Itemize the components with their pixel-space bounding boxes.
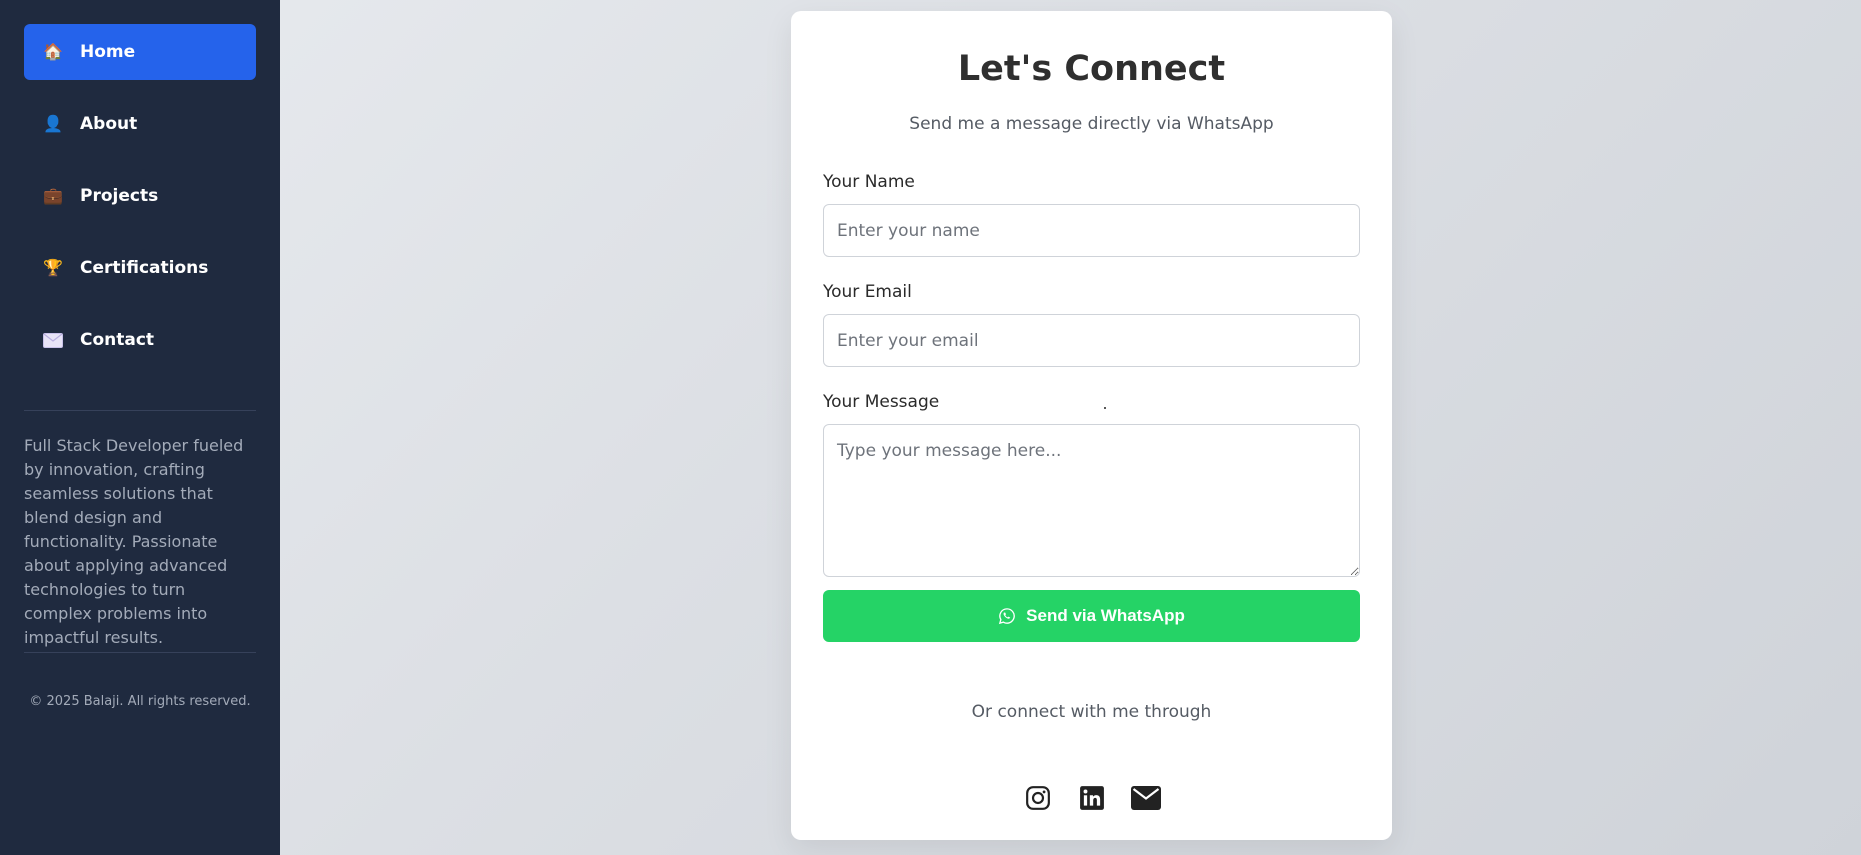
name-input[interactable] [823, 204, 1360, 257]
sidebar-item-home[interactable]: 🏠 Home [24, 24, 256, 80]
message-textarea[interactable] [823, 424, 1360, 577]
trophy-icon: 🏆 [43, 258, 63, 277]
house-icon: 🏠 [43, 42, 63, 61]
person-icon: 👤 [43, 114, 63, 133]
sidebar-item-label: About [80, 114, 138, 134]
email-label: Your Email [823, 282, 912, 302]
sidebar-divider [24, 652, 256, 653]
sidebar-item-label: Certifications [80, 258, 209, 278]
social-links [791, 783, 1392, 813]
send-whatsapp-button[interactable]: Send via WhatsApp [823, 590, 1360, 642]
whatsapp-icon [999, 608, 1016, 625]
social-prompt: Or connect with me through [971, 702, 1212, 722]
email-input[interactable] [823, 314, 1360, 367]
linkedin-icon[interactable] [1077, 783, 1107, 813]
mouse-cursor [1104, 407, 1106, 409]
name-label: Your Name [823, 172, 915, 192]
page-subtitle: Send me a message directly via WhatsApp [909, 114, 1274, 134]
instagram-icon[interactable] [1023, 783, 1053, 813]
sidebar-bio: Full Stack Developer fueled by innovatio… [24, 436, 244, 647]
page-title: Let's Connect [957, 49, 1226, 89]
mail-icon[interactable] [1130, 783, 1161, 813]
copyright-text: © 2025 Balaji. All rights reserved. [29, 694, 251, 709]
sidebar-nav: 🏠 Home 👤 About 💼 Projects 🏆 Certificatio… [0, 0, 280, 368]
contact-card: Let's Connect Send me a message directly… [791, 11, 1392, 840]
message-label: Your Message [823, 392, 940, 412]
sidebar-item-projects[interactable]: 💼 Projects [24, 168, 256, 224]
sidebar-item-label: Projects [80, 186, 159, 206]
sidebar-divider [24, 410, 256, 411]
sidebar: 🏠 Home 👤 About 💼 Projects 🏆 Certificatio… [0, 0, 280, 855]
sidebar-item-label: Contact [80, 330, 155, 350]
envelope-icon [42, 329, 64, 351]
briefcase-icon: 💼 [43, 186, 63, 205]
send-button-label: Send via WhatsApp [1026, 606, 1185, 625]
sidebar-item-about[interactable]: 👤 About [24, 96, 256, 152]
sidebar-item-label: Home [80, 42, 136, 62]
sidebar-item-contact[interactable]: Contact [24, 312, 256, 368]
sidebar-item-certifications[interactable]: 🏆 Certifications [24, 240, 256, 296]
